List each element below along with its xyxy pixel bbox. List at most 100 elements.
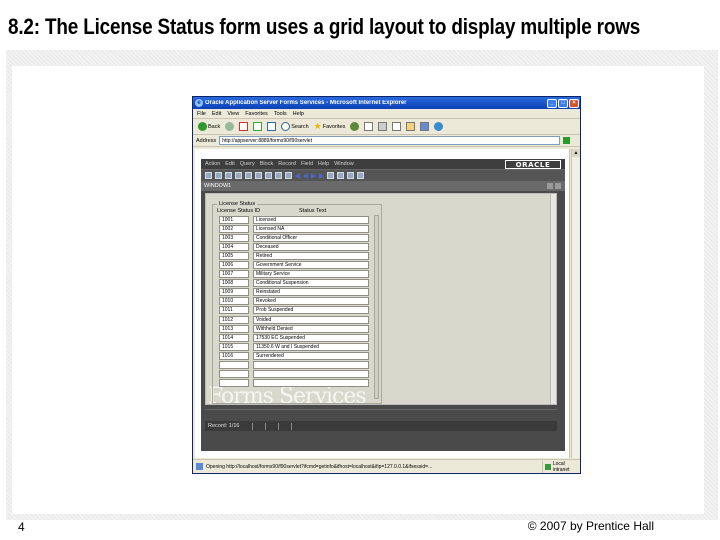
license-status-id-cell[interactable]: 1014 (219, 333, 249, 342)
maximize-button[interactable]: □ (558, 98, 568, 108)
cut-icon[interactable] (235, 172, 242, 179)
research-button[interactable] (419, 121, 430, 133)
menu-file[interactable]: File (197, 111, 206, 117)
copy-icon[interactable] (245, 172, 252, 179)
status-text-cell[interactable]: Reinstated (253, 288, 369, 297)
form-vertical-scrollbar[interactable] (550, 194, 556, 404)
forms-menu-field[interactable]: Field (301, 161, 313, 167)
paste-icon[interactable] (255, 172, 262, 179)
forms-menu-block[interactable]: Block (260, 161, 273, 167)
status-text-cell[interactable]: Voided (253, 315, 369, 324)
menu-tools[interactable]: Tools (274, 111, 287, 117)
status-text-cell[interactable] (253, 370, 369, 379)
license-status-id-cell[interactable]: 1007 (219, 270, 249, 279)
print-button[interactable] (377, 121, 388, 133)
license-status-id-cell[interactable]: 1009 (219, 288, 249, 297)
search-button[interactable]: Search (280, 121, 309, 133)
license-status-id-cell[interactable] (219, 379, 249, 388)
next-record-icon[interactable] (311, 172, 316, 179)
status-text-cell[interactable]: Conditional Officer (253, 233, 369, 242)
messenger-button[interactable] (433, 121, 444, 133)
refresh-button[interactable] (252, 121, 263, 133)
license-status-id-cell[interactable]: 1012 (219, 315, 249, 324)
license-status-id-cell[interactable] (219, 370, 249, 379)
status-text-cell[interactable]: Prob Suspended (253, 306, 369, 315)
previous-block-icon[interactable] (295, 172, 300, 179)
forms-message-line (205, 409, 557, 419)
close-button[interactable]: × (569, 98, 579, 108)
enter-query-icon[interactable] (265, 172, 272, 179)
forms-menu-action[interactable]: Action (205, 161, 220, 167)
browser-toolbar: Back Search ★ Favorites (193, 119, 580, 135)
favorites-button[interactable]: ★ Favorites (313, 121, 347, 133)
status-text-cell[interactable] (253, 361, 369, 370)
save-icon[interactable] (205, 172, 212, 179)
status-text-cell[interactable]: Withheld Denied (253, 324, 369, 333)
license-status-id-cell[interactable]: 1013 (219, 324, 249, 333)
help-icon[interactable] (357, 172, 364, 179)
forms-menu-window[interactable]: Window (334, 161, 354, 167)
license-status-id-cell[interactable]: 1002 (219, 224, 249, 233)
status-text-cell[interactable]: Conditional Suspension (253, 279, 369, 288)
status-text-cell[interactable]: 11350.6 W and I Suspended (253, 342, 369, 351)
license-status-id-cell[interactable]: 1005 (219, 251, 249, 260)
license-status-id-cell[interactable]: 1010 (219, 297, 249, 306)
print-icon[interactable] (215, 172, 222, 179)
status-text-cell[interactable]: Licensed NA (253, 224, 369, 233)
stop-button[interactable] (238, 121, 249, 133)
menu-help[interactable]: Help (293, 111, 304, 117)
forms-menu-help[interactable]: Help (318, 161, 329, 167)
status-text-cell[interactable] (253, 379, 369, 388)
forms-menu-record[interactable]: Record (278, 161, 296, 167)
forms-menu-edit[interactable]: Edit (225, 161, 234, 167)
status-separator (290, 422, 292, 430)
forward-button[interactable] (224, 121, 235, 133)
status-text-cell[interactable]: Government Service (253, 261, 369, 270)
execute-query-icon[interactable] (275, 172, 282, 179)
next-block-icon[interactable] (319, 172, 324, 179)
status-text-cell[interactable]: Deceased (253, 242, 369, 251)
address-input[interactable]: http://appserver:8889/forms90/f90servlet (219, 136, 560, 145)
back-button[interactable]: Back (197, 121, 221, 133)
license-status-id-cell[interactable]: 1016 (219, 351, 249, 360)
insert-record-icon[interactable] (327, 172, 334, 179)
license-status-id-cell[interactable]: 1001 (219, 215, 249, 224)
menu-edit[interactable]: Edit (212, 111, 221, 117)
status-text-cell[interactable]: Surrendered (253, 351, 369, 360)
license-status-id-cell[interactable]: 1011 (219, 306, 249, 315)
go-icon[interactable] (563, 137, 570, 144)
menu-favorites[interactable]: Favorites (245, 111, 268, 117)
status-text-cell[interactable]: Retired (253, 251, 369, 260)
license-status-id-cell[interactable] (219, 361, 249, 370)
license-status-id-cell[interactable]: 1006 (219, 261, 249, 270)
forms-toolbar (201, 169, 565, 181)
status-text-cell[interactable]: Licensed (253, 215, 369, 224)
grid-scrollbar[interactable] (374, 215, 379, 399)
search-button-label: Search (291, 123, 309, 130)
status-text-cell[interactable]: Revoked (253, 297, 369, 306)
license-status-id-cell[interactable]: 1003 (219, 233, 249, 242)
lock-record-icon[interactable] (347, 172, 354, 179)
delete-record-icon[interactable] (337, 172, 344, 179)
mail-button[interactable] (363, 121, 374, 133)
menu-view[interactable]: View (227, 111, 239, 117)
exit-icon[interactable] (225, 172, 232, 179)
license-status-id-cell[interactable]: 1004 (219, 242, 249, 251)
history-button[interactable] (349, 121, 360, 133)
scroll-up-arrow-icon[interactable]: ▲ (572, 149, 580, 157)
edit-button[interactable] (391, 121, 402, 133)
forms-window-maximize-button[interactable] (555, 183, 561, 189)
status-text-cell[interactable]: 17530 EC Suspended (253, 333, 369, 342)
status-text-cell[interactable]: Military Service (253, 270, 369, 279)
license-status-id-cell[interactable]: 1008 (219, 279, 249, 288)
previous-record-icon[interactable] (303, 172, 308, 179)
discuss-button[interactable] (405, 121, 416, 133)
forms-window-minimize-button[interactable] (547, 183, 553, 189)
home-button[interactable] (266, 121, 277, 133)
license-status-id-cell[interactable]: 1015 (219, 342, 249, 351)
cancel-query-icon[interactable] (285, 172, 292, 179)
minimize-button[interactable]: _ (547, 98, 557, 108)
forms-menu-query[interactable]: Query (240, 161, 255, 167)
browser-vertical-scrollbar[interactable]: ▲ (571, 149, 580, 458)
grid-row (219, 370, 369, 379)
